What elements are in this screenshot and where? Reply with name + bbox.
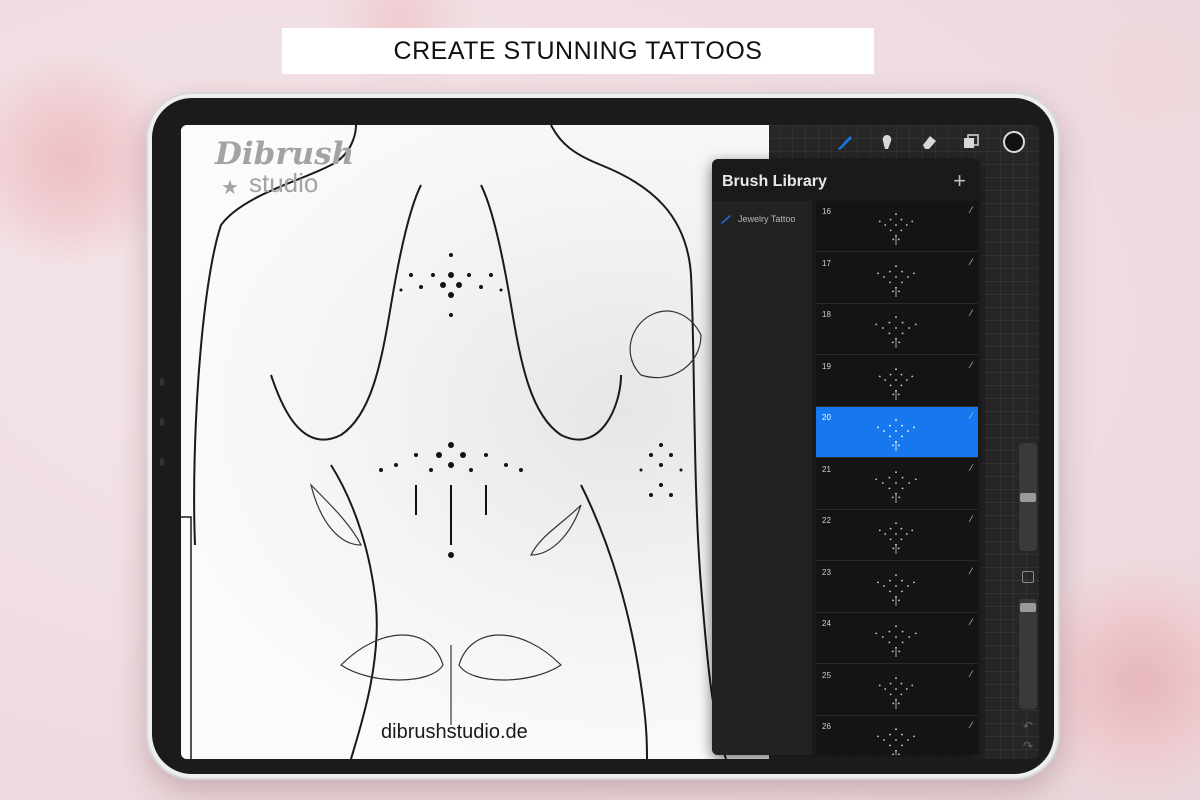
brush-number: 26 bbox=[822, 722, 831, 731]
bezel-dot bbox=[160, 378, 164, 386]
add-icon[interactable]: + bbox=[953, 168, 966, 194]
brush-stroke-preview bbox=[877, 264, 915, 297]
brush-number: 25 bbox=[822, 670, 831, 680]
library-title: Brush Library bbox=[722, 173, 827, 190]
brush-edit-icon: ⁄ bbox=[970, 462, 972, 473]
opacity-slider[interactable] bbox=[1019, 599, 1037, 709]
brush-stroke-preview bbox=[878, 676, 914, 709]
brush-set-label: Jewelry Tattoo bbox=[738, 214, 796, 224]
brush-stroke-preview bbox=[878, 522, 914, 554]
brush-stroke-preview bbox=[875, 625, 917, 657]
promo-banner: CREATE STUNNING TATTOOS bbox=[282, 28, 874, 74]
brush-stroke-preview bbox=[877, 419, 915, 451]
brush-row-21[interactable]: 21 ⁄ bbox=[816, 459, 978, 510]
brush-edit-icon: ⁄ bbox=[970, 308, 972, 318]
brush-number: 17 bbox=[822, 258, 831, 268]
brush-number: 24 bbox=[822, 619, 831, 628]
top-toolbar bbox=[779, 125, 1039, 159]
brush-edit-icon: ⁄ bbox=[970, 359, 972, 370]
brush-row-17[interactable]: 17 ⁄ bbox=[816, 253, 978, 304]
brush-edit-icon: ⁄ bbox=[970, 256, 972, 267]
brush-edit-icon: ⁄ bbox=[970, 668, 972, 679]
brush-stroke-preview bbox=[877, 728, 915, 755]
brush-edit-icon: ⁄ bbox=[970, 205, 972, 215]
undo-icon[interactable]: ↶ bbox=[1023, 719, 1033, 733]
brush-row-26[interactable]: 26 ⁄ bbox=[816, 716, 978, 755]
library-header: Brush Library + bbox=[712, 159, 980, 201]
brush-row-18[interactable]: 18 ⁄ bbox=[816, 304, 978, 355]
brush-stroke-icon bbox=[721, 215, 731, 224]
brush-edit-icon: ⁄ bbox=[970, 617, 972, 627]
brush-number: 18 bbox=[822, 310, 831, 319]
bezel-dot bbox=[160, 418, 164, 426]
brush-edit-icon: ⁄ bbox=[970, 514, 972, 524]
smudge-icon[interactable] bbox=[877, 132, 897, 152]
brush-size-slider[interactable] bbox=[1019, 443, 1037, 551]
brush-set-jewelry-tattoo[interactable]: Jewelry Tattoo bbox=[712, 207, 812, 231]
eraser-icon[interactable] bbox=[919, 132, 939, 152]
brush-library-panel: Brush Library + Jewelry Tattoo 16 ⁄ 17 ⁄ 18 ⁄… bbox=[712, 159, 980, 755]
brush-edit-icon: ⁄ bbox=[970, 411, 972, 421]
brush-stroke-preview bbox=[878, 367, 914, 400]
brush-set-list: Jewelry Tattoo bbox=[712, 201, 812, 755]
brush-stroke-preview bbox=[875, 316, 917, 348]
brush-icon[interactable] bbox=[835, 132, 855, 152]
brush-number: 16 bbox=[822, 207, 831, 216]
brush-number: 23 bbox=[822, 567, 831, 577]
tablet-frame: Dibrush studio ★ dibrushstudio.de Brush … bbox=[146, 92, 1060, 780]
drawing-canvas[interactable]: Dibrush studio ★ dibrushstudio.de bbox=[181, 125, 769, 759]
brush-edit-icon: ⁄ bbox=[970, 565, 972, 576]
brush-stroke-preview bbox=[875, 470, 917, 503]
brush-row-24[interactable]: 24 ⁄ bbox=[816, 613, 978, 664]
body-outline-art bbox=[181, 125, 727, 759]
layers-icon[interactable] bbox=[961, 132, 981, 152]
size-slider-knob[interactable] bbox=[1020, 493, 1036, 502]
app-screen: Dibrush studio ★ dibrushstudio.de Brush … bbox=[181, 125, 1039, 759]
brush-number: 21 bbox=[822, 464, 831, 474]
brand-logo: Dibrush studio ★ bbox=[215, 136, 355, 199]
website-caption: dibrushstudio.de bbox=[381, 721, 528, 743]
color-swatch[interactable] bbox=[1003, 131, 1025, 153]
brush-stroke-preview bbox=[878, 213, 914, 245]
star-icon: ★ bbox=[221, 177, 239, 199]
brush-row-20[interactable]: 20 ⁄ bbox=[816, 407, 978, 458]
brush-edit-icon: ⁄ bbox=[970, 720, 972, 730]
brush-row-22[interactable]: 22 ⁄ bbox=[816, 510, 978, 561]
brush-row-19[interactable]: 19 ⁄ bbox=[816, 356, 978, 407]
brush-row-23[interactable]: 23 ⁄ bbox=[816, 562, 978, 613]
opacity-slider-knob[interactable] bbox=[1020, 603, 1036, 612]
modify-button[interactable] bbox=[1022, 571, 1034, 583]
brush-row-16[interactable]: 16 ⁄ bbox=[816, 201, 978, 252]
brush-number: 20 bbox=[822, 413, 831, 422]
brush-row-25[interactable]: 25 ⁄ bbox=[816, 665, 978, 716]
brush-number: 22 bbox=[822, 516, 831, 525]
redo-icon[interactable]: ↷ bbox=[1023, 739, 1033, 753]
brush-list: 16 ⁄ 17 ⁄ 18 ⁄ 19 ⁄ 20 ⁄ 21 ⁄ 22 ⁄ 23 ⁄ 24 ⁄ 25 ⁄ 26 ⁄ bbox=[816, 201, 978, 755]
tablet-bezel: Dibrush studio ★ dibrushstudio.de Brush … bbox=[152, 98, 1054, 774]
brush-stroke-preview bbox=[877, 573, 915, 606]
background-splash bbox=[1080, 20, 1200, 140]
logo-wordmark: Dibrush bbox=[215, 136, 355, 172]
bezel-dot bbox=[160, 458, 164, 466]
brush-number: 19 bbox=[822, 361, 831, 371]
